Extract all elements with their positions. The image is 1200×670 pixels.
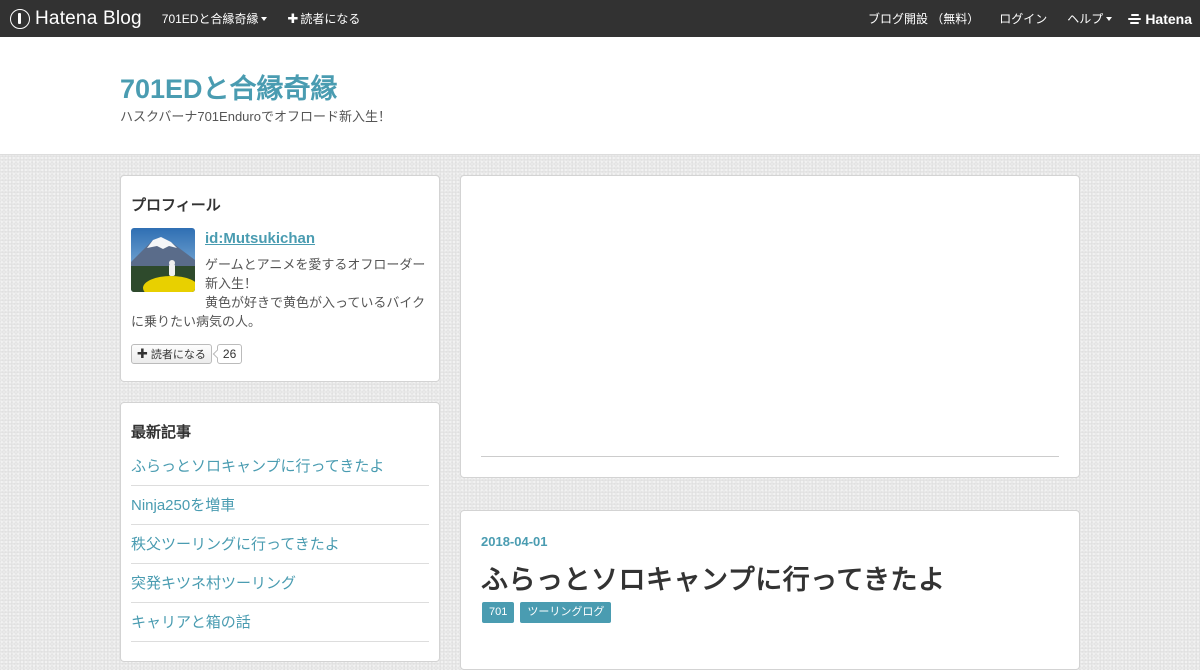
recent-entries-list: ふらっとソロキャンプに行ってきたよ Ninja250を増車 秩父ツーリングに行っ… — [131, 447, 429, 642]
recent-entry-link[interactable]: ふらっとソロキャンプに行ってきたよ — [131, 447, 429, 486]
subscribe-button-label: 読者になる — [150, 349, 206, 361]
entry-date-link[interactable]: 2018-04-01 — [481, 534, 548, 549]
hatena-blog-logo-icon — [10, 8, 30, 29]
profile-bio-line: に乗りたい病気の人。 — [131, 314, 262, 329]
blog-header: 701EDと合縁奇縁 ハスクバーナ701Enduroでオフロード新入生！ — [0, 37, 1200, 155]
subscribe-menu-label: 読者になる — [300, 12, 361, 26]
recent-entry-link[interactable]: Ninja250を増車 — [131, 486, 429, 525]
help-label: ヘルプ — [1067, 12, 1104, 26]
profile-bio-line: 新入生！ — [205, 276, 258, 291]
global-right-menu: ブログ開設 （無料） ログイン ヘルプ Hatena — [868, 0, 1200, 37]
profile-bio-line: 黄色が好きで黄色が入っているバイク — [205, 295, 426, 310]
profile-bio-line: ゲームとアニメを愛するオフローダー — [205, 257, 426, 272]
subscriber-count-badge[interactable]: 26 — [216, 344, 243, 364]
hatena-logo-icon — [1128, 13, 1142, 24]
subscribe-button[interactable]: ✚ 読者になる — [131, 344, 212, 364]
recent-entries-title: 最新記事 — [131, 424, 192, 441]
logo-text: Hatena Blog — [35, 7, 142, 29]
divider — [481, 456, 1059, 457]
top-content-box — [460, 175, 1080, 478]
blog-menu-label: 701EDと合縁奇縁 — [161, 12, 259, 26]
global-header-bar: Hatena Blog 701EDと合縁奇縁 ✚ 読者になる ブログ開設 （無料… — [0, 0, 1200, 37]
blog-menu-dropdown[interactable]: 701EDと合縁奇縁 — [162, 10, 268, 27]
help-dropdown[interactable]: ヘルプ — [1067, 10, 1113, 27]
profile-description: ゲームとアニメを愛するオフローダー 新入生！ 黄色が好きで黄色が入っているバイク… — [131, 255, 431, 331]
subscribe-widget: ✚ 読者になる 26 — [131, 344, 243, 364]
entry-title-link[interactable]: ふらっとソロキャンプに行ってきたよ — [481, 558, 946, 597]
open-blog-link[interactable]: ブログ開設 （無料） — [868, 10, 979, 27]
category-tag[interactable]: ツーリングログ — [520, 602, 612, 623]
subscribe-menu-button[interactable]: ✚ 読者になる — [287, 10, 360, 27]
hatena-blog-logo[interactable]: Hatena Blog — [10, 0, 142, 37]
recent-entry-link[interactable]: 突発キツネ村ツーリング — [131, 564, 429, 603]
plus-icon: ✚ — [287, 10, 299, 26]
profile-module: プロフィール id:Mutsukichan ゲームとアニメを愛するオフローダー … — [120, 175, 440, 382]
login-link[interactable]: ログイン — [999, 10, 1047, 27]
recent-entries-module: 最新記事 ふらっとソロキャンプに行ってきたよ Ninja250を増車 秩父ツーリ… — [120, 402, 440, 662]
recent-entry-link[interactable]: キャリアと箱の話 — [131, 603, 429, 642]
profile-user-id-link[interactable]: id:Mutsukichan — [205, 230, 315, 247]
category-tag[interactable]: 701 — [482, 602, 515, 623]
entry-categories: 701 ツーリングログ — [482, 602, 617, 623]
hatena-logo-link[interactable]: Hatena — [1128, 11, 1192, 27]
caret-down-icon — [1106, 16, 1113, 21]
blog-title-link[interactable]: 701EDと合縁奇縁 — [120, 67, 338, 106]
recent-entry-link[interactable]: 秩父ツーリングに行ってきたよ — [131, 525, 429, 564]
blog-description: ハスクバーナ701Enduroでオフロード新入生！ — [120, 109, 391, 124]
article-entry: 2018-04-01 ふらっとソロキャンプに行ってきたよ 701 ツーリングログ — [460, 510, 1080, 670]
caret-down-icon — [261, 16, 268, 21]
plus-icon: ✚ — [137, 346, 148, 361]
hatena-logo-text: Hatena — [1145, 10, 1192, 27]
profile-title: プロフィール — [131, 197, 221, 214]
